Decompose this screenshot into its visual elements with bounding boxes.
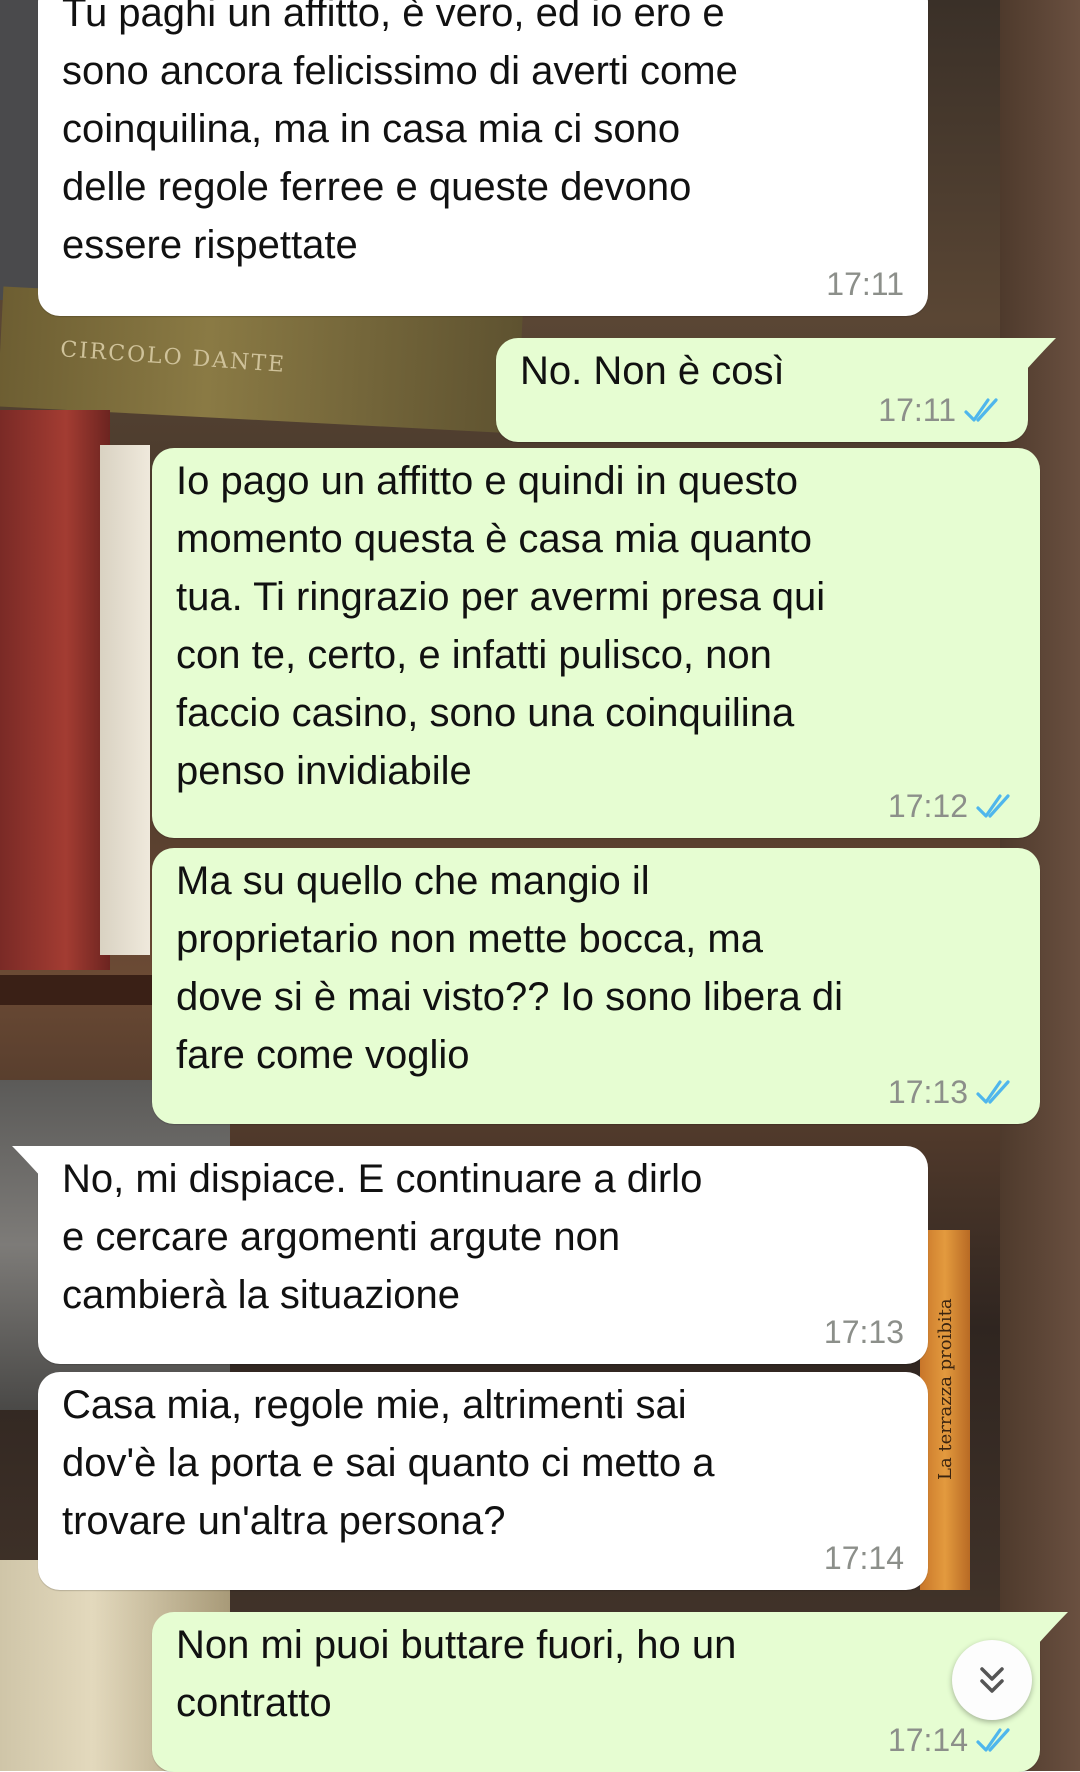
message-text: No, mi dispiace. E continuare a dirlo e … <box>62 1157 703 1317</box>
message-bubble-outgoing[interactable]: Non mi puoi buttare fuori, ho un contrat… <box>152 1612 1040 1772</box>
message-text: Non mi puoi buttare fuori, ho un contrat… <box>176 1623 737 1725</box>
message-time: 17:11 <box>826 266 904 302</box>
message-meta: 17:13 <box>824 1314 904 1350</box>
message-time: 17:13 <box>887 1074 968 1110</box>
message-bubble-outgoing[interactable]: No. Non è così 17:11 <box>496 338 1028 442</box>
read-receipt-icon <box>964 398 998 422</box>
message-meta: 17:11 <box>878 392 1004 428</box>
message-time: 17:12 <box>887 788 968 824</box>
message-bubble-incoming[interactable]: Tu paghi un affitto, è vero, ed io ero e… <box>38 0 928 316</box>
message-time: 17:11 <box>878 392 956 428</box>
message-meta: 17:13 <box>888 1074 1016 1110</box>
message-bubble-incoming[interactable]: No, mi dispiace. E continuare a dirlo e … <box>38 1146 928 1364</box>
bubble-tail-icon <box>1038 1612 1068 1644</box>
message-bubble-outgoing[interactable]: Io pago un affitto e quindi in questo mo… <box>152 448 1040 838</box>
read-receipt-icon <box>976 1728 1010 1752</box>
message-time: 17:14 <box>823 1540 904 1576</box>
message-meta: 17:12 <box>888 788 1016 824</box>
message-bubble-incoming[interactable]: Casa mia, regole mie, altrimenti sai dov… <box>38 1372 928 1590</box>
scroll-to-bottom-button[interactable] <box>952 1640 1032 1720</box>
bubble-tail-icon <box>1026 338 1056 370</box>
message-text: Tu paghi un affitto, è vero, ed io ero e… <box>62 0 738 267</box>
message-time: 17:13 <box>823 1314 904 1350</box>
message-meta: 17:11 <box>826 266 904 302</box>
message-meta: 17:14 <box>888 1722 1016 1758</box>
double-chevron-down-icon <box>980 1667 1004 1693</box>
message-text: Casa mia, regole mie, altrimenti sai dov… <box>62 1383 715 1543</box>
message-bubble-outgoing[interactable]: Ma su quello che mangio il proprietario … <box>152 848 1040 1124</box>
message-time: 17:14 <box>887 1722 968 1758</box>
read-receipt-icon <box>976 794 1010 818</box>
bubble-tail-icon <box>12 1146 42 1178</box>
message-list[interactable]: Tu paghi un affitto, è vero, ed io ero e… <box>0 0 1080 1772</box>
message-meta: 17:14 <box>824 1540 904 1576</box>
message-text: Ma su quello che mangio il proprietario … <box>176 859 844 1077</box>
read-receipt-icon <box>976 1080 1010 1104</box>
message-text: Io pago un affitto e quindi in questo mo… <box>176 459 826 793</box>
